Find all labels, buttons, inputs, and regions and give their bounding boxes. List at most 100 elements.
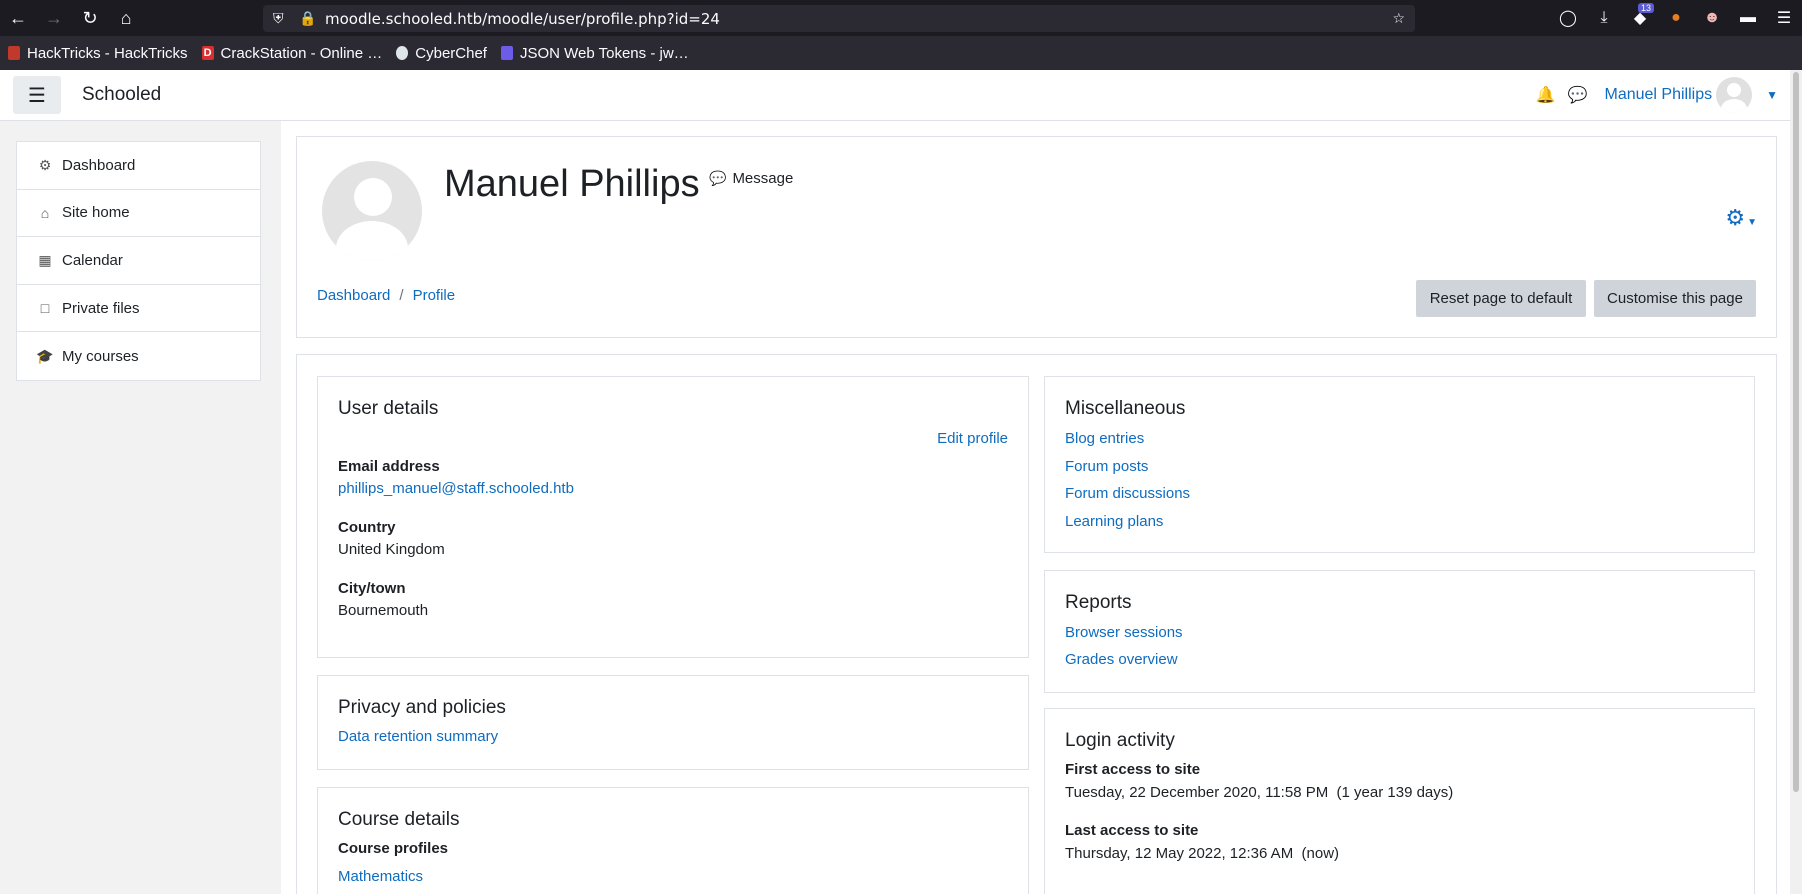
user-menu-name[interactable]: Manuel Phillips [1605, 86, 1713, 104]
reports-block: Reports Browser sessions Grades overview [1044, 570, 1755, 693]
extension-badge: 13 [1637, 3, 1654, 13]
sidebar-item-site-home[interactable]: ⌂ Site home [17, 190, 260, 238]
home-icon[interactable]: ⌂ [108, 0, 144, 36]
customise-page-button[interactable]: Customise this page [1594, 280, 1756, 317]
email-link[interactable]: phillips_manuel@staff.schooled.htb [338, 480, 574, 497]
shield-icon[interactable]: ⛨ [273, 10, 284, 27]
bookmark-star-icon[interactable]: ☆ [1392, 10, 1405, 27]
bookmark-cyberchef[interactable]: CyberChef [396, 45, 487, 62]
breadcrumb-dashboard[interactable]: Dashboard [317, 287, 390, 304]
jwt-icon [500, 46, 513, 60]
lock-icon[interactable]: 🔒 [299, 10, 316, 27]
sidebar-item-dashboard[interactable]: ⚙ Dashboard [17, 142, 260, 190]
file-icon: □ [40, 300, 50, 317]
blog-entries-link[interactable]: Blog entries [1065, 430, 1144, 447]
hacktricks-icon [8, 46, 20, 60]
learning-plans-link[interactable]: Learning plans [1065, 513, 1163, 530]
bookmark-label: CyberChef [415, 44, 487, 62]
graduation-cap-icon: 🎓 [36, 347, 54, 364]
course-details-title: Course details [338, 809, 460, 830]
home-icon: ⌂ [40, 204, 50, 221]
bell-icon[interactable]: 🔔 [1535, 85, 1557, 105]
page-header: Manuel Phillips 💬 Message ⚙ ▼ Dashboard /… [296, 136, 1777, 338]
browser-sessions-link[interactable]: Browser sessions [1065, 624, 1183, 641]
reset-page-button[interactable]: Reset page to default [1416, 280, 1586, 317]
forum-discussions-link[interactable]: Forum discussions [1065, 485, 1190, 502]
download-icon[interactable]: ⤓ [1586, 0, 1622, 36]
cyberchef-icon [396, 46, 409, 60]
course-profiles-label: Course profiles [338, 840, 449, 857]
bookmark-crackstation[interactable]: D CrackStation - Online … [201, 44, 383, 62]
grades-overview-link[interactable]: Grades overview [1065, 651, 1178, 668]
sidebar-item-label: Site home [62, 204, 130, 222]
bookmark-jwt[interactable]: JSON Web Tokens - jw… [500, 44, 689, 62]
sidebar-item-label: Calendar [62, 251, 123, 269]
course-link-mathematics[interactable]: Mathematics [338, 868, 423, 885]
extension-icon[interactable]: ◆ 13 [1622, 0, 1658, 36]
address-bar[interactable]: ⛨ 🔒 moodle.schooled.htb/moodle/user/prof… [263, 5, 1415, 32]
calendar-icon: ▦ [38, 251, 52, 268]
edit-profile-link[interactable]: Edit profile [937, 430, 1008, 447]
privacy-title: Privacy and policies [338, 697, 506, 718]
url-text[interactable]: moodle.schooled.htb/moodle/user/profile.… [325, 10, 720, 28]
chat-icon[interactable]: 💬 [1567, 85, 1589, 105]
privacy-block: Privacy and policies Data retention summ… [317, 675, 1029, 770]
sidebar-item-label: Dashboard [62, 156, 136, 174]
email-label: Email address [338, 458, 440, 475]
country-label: Country [338, 519, 396, 536]
page-title: Manuel Phillips [444, 163, 700, 205]
miscellaneous-title: Miscellaneous [1065, 398, 1186, 419]
sidebar-item-my-courses[interactable]: 🎓 My courses [17, 332, 260, 380]
country-value: United Kingdom [338, 541, 445, 558]
profile-avatar [322, 161, 422, 261]
foxyproxy-icon[interactable]: ● [1658, 0, 1694, 36]
menu-icon[interactable]: ☰ [1766, 0, 1802, 36]
forward-arrow-icon[interactable]: → [36, 0, 72, 36]
sidebar-item-label: My courses [62, 347, 139, 365]
back-arrow-icon[interactable]: ← [0, 0, 36, 36]
bookmark-hacktricks[interactable]: HackTricks - HackTricks [8, 45, 188, 62]
first-access-label: First access to site [1065, 761, 1201, 778]
message-button[interactable]: 💬 Message [709, 170, 793, 187]
browser-toolbar: ← → ↻ ⌂ ⛨ 🔒 moodle.schooled.htb/moodle/u… [0, 0, 1802, 36]
breadcrumb: Dashboard / Profile [317, 287, 455, 304]
user-details-block: User details Edit profile Email address … [317, 376, 1029, 658]
last-access-label: Last access to site [1065, 822, 1199, 839]
first-access-value: Tuesday, 22 December 2020, 11:58 PM (1 y… [1065, 784, 1454, 801]
reports-title: Reports [1065, 592, 1132, 613]
sidebar-item-calendar[interactable]: ▦ Calendar [17, 237, 260, 285]
data-retention-link[interactable]: Data retention summary [338, 728, 498, 745]
message-label: Message [732, 170, 794, 187]
breadcrumb-separator: / [399, 287, 404, 304]
site-brand[interactable]: Schooled [82, 84, 161, 106]
login-activity-title: Login activity [1065, 730, 1175, 751]
dashboard-icon: ⚙ [38, 156, 52, 173]
bookmark-label: HackTricks - HackTricks [27, 44, 188, 62]
miscellaneous-block: Miscellaneous Blog entries Forum posts F… [1044, 376, 1755, 553]
bookmark-label: CrackStation - Online … [220, 44, 383, 62]
nav-drawer: ⚙ Dashboard ⌂ Site home ▦ Calendar □ Pri… [16, 141, 261, 381]
avatar[interactable] [1716, 77, 1753, 113]
pocket-icon[interactable]: ◯ [1550, 0, 1586, 36]
bookmarks-bar: HackTricks - HackTricks D CrackStation -… [0, 36, 1802, 70]
sidebar-item-private-files[interactable]: □ Private files [17, 285, 260, 333]
breadcrumb-profile[interactable]: Profile [413, 287, 456, 304]
chevron-down-icon[interactable]: ▼ [1766, 88, 1778, 102]
moodle-navbar: ☰ Schooled 🔔 💬 Manuel Phillips ▼ [0, 70, 1790, 121]
chat-icon: 💬 [709, 170, 727, 186]
city-label: City/town [338, 580, 406, 597]
page-scrollbar[interactable] [1790, 70, 1802, 894]
crackstation-icon: D [201, 46, 214, 60]
last-access-value: Thursday, 12 May 2022, 12:36 AM (now) [1065, 845, 1340, 862]
sidebar-item-label: Private files [62, 299, 140, 317]
reload-icon[interactable]: ↻ [72, 0, 108, 36]
forum-posts-link[interactable]: Forum posts [1065, 458, 1148, 475]
scrollbar-thumb[interactable] [1793, 72, 1799, 792]
profile-extension-icon[interactable]: ☻ [1694, 0, 1730, 36]
mask-icon[interactable]: ▬ [1730, 0, 1766, 36]
login-activity-block: Login activity First access to site Tues… [1044, 708, 1755, 894]
bookmark-label: JSON Web Tokens - jw… [519, 44, 689, 62]
course-details-block: Course details Course profiles Mathemati… [317, 787, 1029, 894]
gear-icon[interactable]: ⚙ ▼ [1725, 205, 1757, 231]
hamburger-menu-icon[interactable]: ☰ [13, 76, 61, 114]
